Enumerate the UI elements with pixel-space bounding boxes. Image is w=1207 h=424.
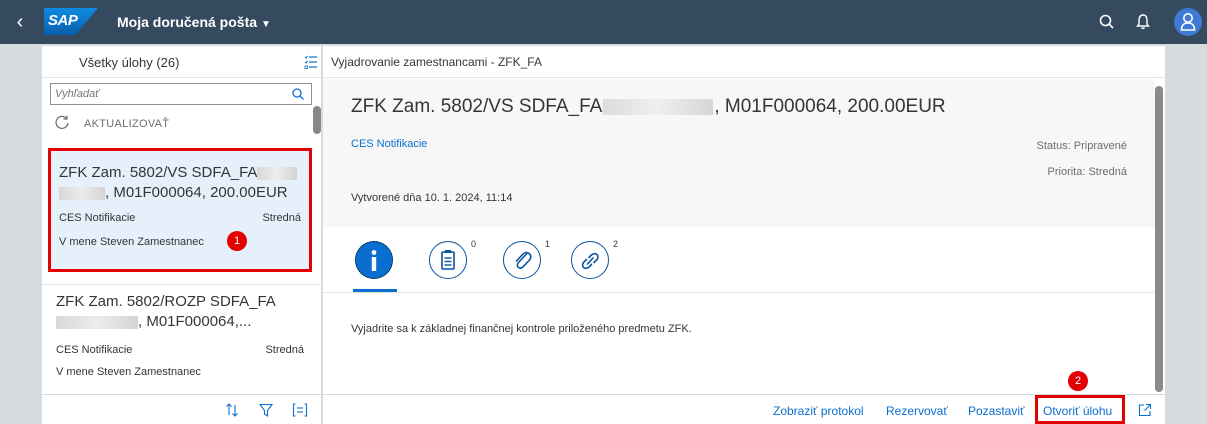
- item-title-line1: ZFK Zam. 5802/VS SDFA_FA: [59, 164, 258, 181]
- sort-icon[interactable]: [224, 402, 240, 418]
- task-description: Vyjadrite sa k základnej finančnej kontr…: [351, 323, 692, 335]
- object-header: ZFK Zam. 5802/VS SDFA_FA , M01F000064, 20…: [323, 79, 1155, 227]
- created-date: Vytvorené dňa 10. 1. 2024, 11:14: [351, 192, 513, 204]
- redacted-text: [56, 315, 138, 329]
- task-list-header: Všetky úlohy (26): [42, 46, 321, 78]
- detail-header: Vyjadrovanie zamestnancami - ZFK_FA: [323, 46, 1165, 78]
- refresh-icon: [55, 115, 69, 129]
- redacted-text: [603, 98, 714, 115]
- pause-button[interactable]: Pozastaviť: [968, 404, 1025, 418]
- user-avatar[interactable]: [1174, 8, 1202, 36]
- task-list-title: Všetky úlohy (26): [79, 55, 180, 70]
- icon-tab-bar: 0 1 2: [323, 227, 1155, 293]
- redacted-text: [257, 166, 298, 180]
- refresh-button[interactable]: AKTUALIZOVAŤ: [42, 108, 312, 138]
- app-title-menu[interactable]: Moja doručená pošta ▼: [117, 14, 271, 30]
- item-title-line1: ZFK Zam. 5802/ROZP SDFA_FA: [56, 293, 276, 310]
- step-badge: 1: [227, 231, 247, 251]
- shell-bar: ‹ SAP Moja doručená pošta ▼: [0, 0, 1207, 44]
- task-title: ZFK Zam. 5802/VS SDFA_FA , M01F000064, 20…: [351, 96, 946, 118]
- bell-icon[interactable]: [1133, 12, 1153, 32]
- detail-scrollbar[interactable]: [1155, 86, 1163, 392]
- item-category: CES Notifikacie: [59, 212, 136, 224]
- notes-icon: [441, 250, 455, 270]
- redacted-text: [59, 186, 105, 200]
- item-category: CES Notifikacie: [56, 344, 133, 356]
- divider: [42, 284, 321, 285]
- task-title-part2: , M01F000064, 200.00EUR: [714, 96, 946, 117]
- tab-links[interactable]: 2: [571, 239, 618, 281]
- app-title: Moja doručená pošta: [117, 14, 258, 30]
- task-title-part1: ZFK Zam. 5802/VS SDFA_FA: [351, 96, 603, 117]
- refresh-label: AKTUALIZOVAŤ: [84, 118, 170, 130]
- item-priority: Stredná: [265, 344, 304, 356]
- item-created-by: V mene Steven Zamestnanec: [56, 366, 201, 378]
- status-text: Status: Pripravené: [1036, 140, 1128, 152]
- links-count: 2: [613, 239, 619, 249]
- item-title-line2: , M01F000064,...: [138, 313, 252, 330]
- item-title: ZFK Zam. 5802/ROZP SDFA_FA , M01F000064,…: [56, 292, 276, 332]
- list-item[interactable]: ZFK Zam. 5802/ROZP SDFA_FA , M01F000064,…: [48, 290, 312, 386]
- reserve-button[interactable]: Rezervovať: [886, 404, 948, 418]
- step-badge: 2: [1068, 371, 1088, 391]
- priority-text: Priorita: Stredná: [1047, 166, 1127, 178]
- group-icon[interactable]: [292, 402, 308, 418]
- search-field[interactable]: [50, 83, 312, 105]
- external-link-icon[interactable]: [1138, 403, 1152, 417]
- filter-icon[interactable]: [258, 402, 274, 418]
- tab-attachments[interactable]: 1: [503, 239, 550, 281]
- task-list-panel: Všetky úlohy (26) AKTUALIZOVAŤ ZFK Zam. …: [42, 46, 321, 424]
- item-title-line2: , M01F000064, 200.00EUR: [105, 184, 288, 201]
- active-tab-indicator: [353, 289, 397, 292]
- task-detail-panel: Vyjadrovanie zamestnancami - ZFK_FA ZFK …: [323, 46, 1165, 424]
- info-icon: [371, 250, 377, 271]
- back-icon[interactable]: ‹: [10, 12, 30, 32]
- link-icon: [581, 252, 599, 270]
- attachments-count: 1: [545, 239, 551, 249]
- item-priority: Stredná: [262, 212, 301, 224]
- paperclip-icon: [515, 251, 532, 269]
- sap-logo[interactable]: SAP: [44, 8, 98, 35]
- detail-footer-toolbar: Zobraziť protokol Rezervovať Pozastaviť …: [323, 371, 1165, 424]
- item-title: ZFK Zam. 5802/VS SDFA_FA , M01F000064, 2…: [59, 163, 298, 203]
- list-select-icon[interactable]: [304, 54, 318, 70]
- list-scrollbar[interactable]: [313, 106, 321, 134]
- task-list-footer: [42, 394, 321, 424]
- search-input[interactable]: [55, 86, 285, 102]
- search-icon[interactable]: [291, 87, 305, 101]
- search-icon[interactable]: [1097, 12, 1117, 32]
- category-link[interactable]: CES Notifikacie: [351, 138, 427, 150]
- tab-notes[interactable]: 0: [429, 239, 476, 281]
- user-icon: [1180, 13, 1196, 31]
- open-task-button[interactable]: Otvoriť úlohu: [1043, 404, 1112, 418]
- list-item[interactable]: ZFK Zam. 5802/VS SDFA_FA , M01F000064, 2…: [48, 148, 312, 272]
- chevron-down-icon: ▼: [261, 19, 271, 30]
- notes-count: 0: [471, 239, 477, 249]
- tab-info[interactable]: [355, 241, 395, 281]
- detail-header-title: Vyjadrovanie zamestnancami - ZFK_FA: [331, 55, 542, 69]
- show-log-button[interactable]: Zobraziť protokol: [773, 404, 864, 418]
- item-created-by: V mene Steven Zamestnanec: [59, 236, 204, 248]
